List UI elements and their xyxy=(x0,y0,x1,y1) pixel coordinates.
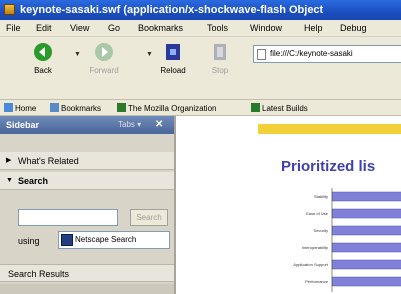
chart-bar xyxy=(331,225,401,236)
back-arrow-icon xyxy=(32,41,54,63)
url-text: file:///C:/keynote-sasaki xyxy=(270,49,353,58)
chart-bar xyxy=(331,242,401,253)
panel-whats-related[interactable]: ▶ What's Related xyxy=(0,152,174,170)
bookmark-home[interactable]: Home xyxy=(4,103,36,113)
home-icon xyxy=(4,103,13,112)
category-label: Performance xyxy=(305,279,329,284)
menu-go[interactable]: Go xyxy=(108,23,120,33)
category-label: Ease of Use xyxy=(306,211,329,216)
bookmarks-icon xyxy=(50,103,59,112)
panel-search[interactable]: ▼ Search xyxy=(0,172,174,190)
flash-content: Prioritized lis Stability Ease of Use Secu… xyxy=(178,116,401,294)
sidebar: Sidebar Tabs ▾ ✕ ▶ What's Related ▼ Sear… xyxy=(0,116,176,294)
search-engine-select[interactable]: Netscape Search xyxy=(58,231,170,249)
menu-debug[interactable]: Debug xyxy=(340,23,367,33)
using-label: using xyxy=(18,236,40,246)
menu-window[interactable]: Window xyxy=(250,23,282,33)
chart-bar xyxy=(331,276,401,287)
search-input[interactable] xyxy=(18,209,118,226)
expanded-arrow-icon: ▼ xyxy=(6,177,13,184)
forward-label: Forward xyxy=(89,66,119,75)
stop-button[interactable]: Stop xyxy=(208,41,232,75)
sidebar-title: Sidebar xyxy=(6,120,40,130)
category-label: Stability xyxy=(314,194,328,199)
slide-heading: Prioritized lis xyxy=(281,158,376,175)
app-icon xyxy=(4,4,15,15)
bookmarks-toolbar: Home Bookmarks The Mozilla Organization … xyxy=(0,100,401,116)
chart-bar xyxy=(331,191,401,202)
sidebar-header: Sidebar Tabs ▾ ✕ xyxy=(0,116,174,134)
menu-view[interactable]: View xyxy=(70,23,89,33)
menu-help[interactable]: Help xyxy=(304,23,323,33)
menu-file[interactable]: File xyxy=(6,23,21,33)
bookmark-bookmarks[interactable]: Bookmarks xyxy=(50,103,101,113)
close-icon[interactable]: ✕ xyxy=(155,116,163,134)
bookmark-icon xyxy=(117,103,126,112)
forward-dropdown-icon[interactable]: ▼ xyxy=(146,51,153,58)
stop-icon xyxy=(209,41,231,63)
bookmark-latest-builds[interactable]: Latest Builds xyxy=(251,103,308,113)
back-label: Back xyxy=(34,66,52,75)
forward-arrow-icon xyxy=(93,41,115,63)
results-area xyxy=(0,284,174,294)
back-dropdown-icon[interactable]: ▼ xyxy=(74,51,81,58)
stop-label: Stop xyxy=(211,66,229,75)
forward-button[interactable]: Forward xyxy=(84,41,124,75)
category-label: Security xyxy=(314,228,328,233)
category-label: Application Support xyxy=(293,262,329,267)
reload-icon xyxy=(162,41,184,63)
priority-bar-chart: Stability Ease of Use Security Interoperabi… xyxy=(293,188,401,292)
window-title: keynote-sasaki.swf (application/x-shockw… xyxy=(20,4,324,16)
back-button[interactable]: Back xyxy=(28,41,58,75)
menu-bookmarks[interactable]: Bookmarks xyxy=(138,23,183,33)
chart-bar xyxy=(331,259,401,270)
url-bar[interactable]: file:///C:/keynote-sasaki xyxy=(253,45,401,63)
menu-tools[interactable]: Tools xyxy=(207,23,228,33)
menu-edit[interactable]: Edit xyxy=(36,23,52,33)
menubar: File Edit View Go Bookmarks Tools Window… xyxy=(0,20,401,37)
netscape-icon xyxy=(61,234,73,246)
search-button[interactable]: Search xyxy=(130,209,168,226)
reload-label: Reload xyxy=(160,66,186,75)
bookmark-icon xyxy=(251,103,260,112)
collapsed-arrow-icon: ▶ xyxy=(6,157,12,164)
slide-banner xyxy=(258,124,401,134)
navigation-toolbar: Back ▼ Forward ▼ Reload Stop file:///C:/… xyxy=(0,37,401,100)
window-titlebar: keynote-sasaki.swf (application/x-shockw… xyxy=(0,0,401,20)
reload-button[interactable]: Reload xyxy=(156,41,190,75)
chart-bar xyxy=(331,208,401,219)
category-label: Interoperability xyxy=(302,245,328,250)
sidebar-tabs-button[interactable]: Tabs ▾ xyxy=(118,116,141,134)
bookmark-mozilla[interactable]: The Mozilla Organization xyxy=(117,103,216,113)
panel-search-results[interactable]: Search Results xyxy=(0,264,174,282)
page-icon xyxy=(257,49,266,60)
